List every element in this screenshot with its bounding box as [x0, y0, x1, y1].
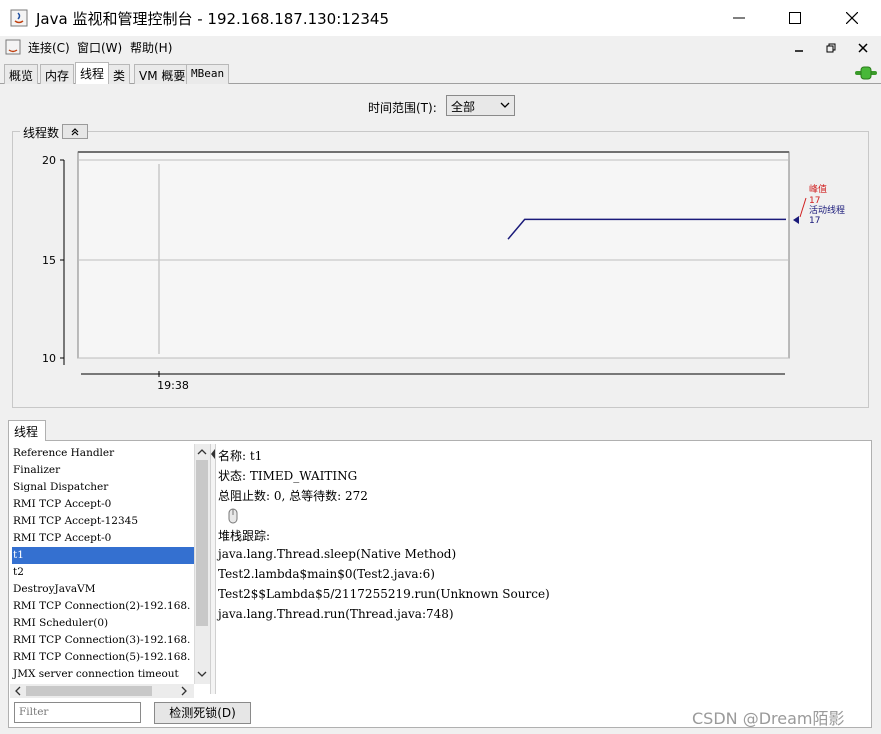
threads-subtab[interactable]: 线程: [8, 420, 46, 441]
time-range-select[interactable]: 全部: [446, 95, 515, 116]
chevron-down-icon: [500, 99, 510, 113]
scroll-down-icon[interactable]: [196, 668, 208, 680]
thread-item[interactable]: RMI TCP Accept-12345: [12, 513, 194, 530]
maximize-icon: [789, 12, 801, 24]
scroll-left-icon[interactable]: [12, 685, 24, 697]
thread-item[interactable]: RMI TCP Connection(2)-192.168.: [12, 598, 194, 615]
thread-item-selected[interactable]: t1: [12, 547, 194, 564]
thread-item[interactable]: RMI TCP Connection(3)-192.168.: [12, 632, 194, 649]
x-tick-label-1938: 19:38: [157, 379, 189, 392]
tab-classes[interactable]: 类: [108, 64, 131, 84]
tab-vm-summary[interactable]: VM 概要: [134, 64, 191, 84]
minimize-icon: [795, 50, 803, 52]
tab-memory[interactable]: 内存: [40, 64, 75, 84]
y-tick-label-20: 20: [42, 154, 56, 167]
legend-peak-label: 峰值: [809, 183, 827, 195]
inner-restore-button[interactable]: [819, 40, 843, 56]
horizontal-scroll-thumb[interactable]: [26, 686, 152, 696]
thread-item[interactable]: DestroyJavaVM: [12, 581, 194, 598]
stack-frame: java.lang.Thread.sleep(Native Method): [218, 547, 457, 561]
watermark: CSDN @Dream陌影: [692, 709, 845, 728]
close-icon: [858, 43, 868, 53]
thread-item[interactable]: t2: [12, 564, 194, 581]
inner-minimize-button[interactable]: [787, 40, 811, 56]
plot-area: [77, 151, 790, 359]
java-menu-icon[interactable]: [5, 39, 21, 55]
detect-deadlock-button[interactable]: 检测死锁(D): [154, 702, 251, 724]
time-range-label: 时间范围(T):: [368, 101, 437, 115]
y-tick-label-10: 10: [42, 352, 56, 365]
thread-item[interactable]: JMX server connection timeout: [12, 666, 194, 683]
mouse-cursor-icon: [226, 506, 240, 526]
legend-active-label: 活动线程: [809, 204, 845, 216]
maximize-button[interactable]: [766, 0, 824, 36]
scroll-up-icon[interactable]: [196, 446, 208, 458]
chart-title: 线程数: [20, 124, 63, 141]
collapse-left-icon[interactable]: [211, 448, 215, 459]
minimize-icon: [733, 17, 745, 19]
thread-block-wait-counts: 总阻止数: 0, 总等待数: 272: [218, 489, 368, 503]
stack-frame: Test2$$Lambda$5/2117255219.run(Unknown S…: [218, 587, 550, 601]
legend-active-value: 17: [809, 216, 820, 226]
tab-threads[interactable]: 线程: [75, 62, 110, 84]
thread-item[interactable]: RMI Scheduler(0): [12, 615, 194, 632]
collapse-button[interactable]: [62, 124, 88, 139]
y-tick-label-15: 15: [42, 254, 56, 267]
minimize-button[interactable]: [710, 0, 768, 36]
connection-status-icon: [853, 64, 879, 82]
restore-icon: [826, 43, 836, 53]
thread-state: 状态: TIMED_WAITING: [218, 469, 358, 483]
thread-name: 名称: t1: [218, 449, 263, 463]
stack-trace-label: 堆栈跟踪:: [218, 529, 271, 543]
window-title: Java 监视和管理控制台 - 192.168.187.130:12345: [36, 10, 389, 28]
thread-filter-input[interactable]: Filter: [14, 702, 141, 723]
legend-active-marker: [793, 216, 799, 224]
tab-bar: [0, 62, 881, 84]
stack-frame: java.lang.Thread.run(Thread.java:748): [218, 607, 454, 621]
thread-count-chart: 20 15 10 19:38 峰值 17 活动线程 17: [42, 151, 845, 392]
double-chevron-up-icon: [71, 127, 79, 135]
legend-peak-value: 17: [809, 196, 820, 206]
legend-peak-pointer: [799, 197, 807, 218]
vertical-scroll-thumb[interactable]: [196, 460, 208, 626]
thread-item[interactable]: RMI TCP Connection(5)-192.168.: [12, 649, 194, 666]
stack-frame: Test2.lambda$main$0(Test2.java:6): [218, 567, 435, 581]
tab-mbean[interactable]: MBean: [186, 64, 230, 84]
tab-overview[interactable]: 概览: [4, 64, 39, 84]
thread-item[interactable]: Finalizer: [12, 462, 194, 479]
thread-item[interactable]: Signal Dispatcher: [12, 479, 194, 496]
thread-list[interactable]: Reference Handler Finalizer Signal Dispa…: [10, 444, 194, 684]
scroll-right-icon[interactable]: [178, 685, 190, 697]
thread-item[interactable]: Reference Handler: [12, 445, 194, 462]
thread-item[interactable]: RMI TCP Accept-0: [12, 530, 194, 547]
menu-connect[interactable]: 连接(C): [28, 39, 70, 56]
menu-window[interactable]: 窗口(W): [77, 39, 122, 56]
split-pane-divider[interactable]: [210, 444, 216, 694]
time-range-value: 全部: [451, 100, 476, 114]
menu-help[interactable]: 帮助(H): [130, 39, 172, 56]
thread-item[interactable]: RMI TCP Accept-0: [12, 496, 194, 513]
close-button[interactable]: [823, 0, 881, 36]
inner-close-button[interactable]: [851, 40, 875, 56]
close-icon: [846, 12, 858, 24]
java-app-icon: [10, 9, 28, 27]
